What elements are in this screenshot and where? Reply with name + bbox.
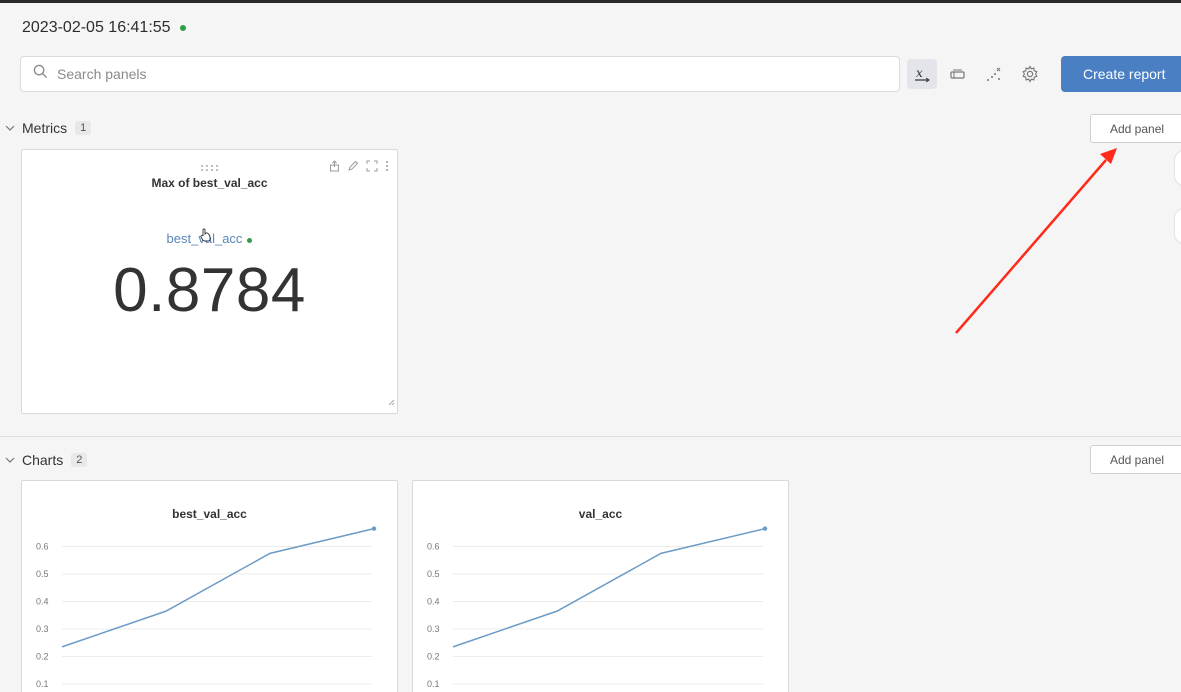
run-header: 2023-02-05 16:41:55: [22, 19, 186, 37]
y-tick-label: 0.2: [427, 652, 440, 662]
chart-panel-val-acc[interactable]: val_acc 0.1 0.2 0.3 0.4 0.5 0.6: [412, 480, 789, 692]
chevron-down-icon[interactable]: [4, 454, 16, 466]
panel-actions: [329, 159, 389, 177]
y-tick-label: 0.4: [36, 597, 49, 607]
add-panel-button-metrics[interactable]: Add panel: [1090, 114, 1181, 143]
resize-handle-icon[interactable]: [388, 393, 395, 411]
search-input[interactable]: [57, 66, 877, 82]
search-icon: [33, 64, 48, 84]
edit-pencil-icon[interactable]: [347, 159, 359, 177]
section-header-charts[interactable]: Charts 2: [4, 452, 88, 468]
run-timestamp: 2023-02-05 16:41:55: [22, 19, 171, 36]
y-tick-label: 0.1: [36, 679, 49, 689]
create-report-button[interactable]: Create report: [1061, 56, 1181, 92]
line-chart-best-val-acc[interactable]: 0.1 0.2 0.3 0.4 0.5 0.6: [22, 481, 399, 692]
section-title-charts: Charts: [22, 452, 64, 468]
section-divider: [0, 436, 1181, 437]
share-icon[interactable]: [329, 159, 340, 177]
metric-panel[interactable]: Max of best_val_acc best_val_acc 0.8784: [21, 149, 398, 414]
y-tick-label: 0.1: [427, 679, 440, 689]
metric-panel-title: Max of best_val_acc: [151, 176, 268, 190]
chevron-down-icon[interactable]: [4, 122, 16, 134]
scatter-icon[interactable]: [979, 59, 1009, 89]
svg-text:x: x: [916, 66, 923, 80]
y-tick-label: 0.4: [427, 597, 440, 607]
eraser-icon[interactable]: [943, 59, 973, 89]
x-axis-icon[interactable]: x: [907, 59, 937, 89]
side-floating-button[interactable]: [1174, 150, 1181, 186]
section-title-metrics: Metrics: [22, 120, 68, 136]
hand-cursor-icon: [199, 228, 213, 247]
metric-status-dot: [247, 237, 253, 243]
search-panels-box[interactable]: [20, 56, 900, 92]
section-count-metrics: 1: [75, 121, 92, 135]
section-header-metrics[interactable]: Metrics 1: [4, 120, 92, 136]
y-tick-label: 0.6: [36, 542, 49, 552]
section-count-charts: 2: [71, 453, 88, 467]
run-status-dot: [179, 25, 186, 31]
gear-icon[interactable]: [1015, 59, 1045, 89]
add-panel-button-charts[interactable]: Add panel: [1090, 445, 1181, 474]
y-tick-label: 0.3: [427, 624, 440, 634]
y-tick-label: 0.6: [427, 542, 440, 552]
metric-value: 0.8784: [113, 256, 306, 325]
y-tick-label: 0.3: [36, 624, 49, 634]
drag-handle-icon[interactable]: [200, 159, 222, 177]
side-floating-button[interactable]: [1174, 208, 1181, 244]
panel-toolbar: x: [907, 59, 1045, 89]
line-chart-val-acc[interactable]: 0.1 0.2 0.3 0.4 0.5 0.6: [413, 481, 790, 692]
data-point: [762, 526, 768, 531]
y-tick-label: 0.2: [36, 652, 49, 662]
chart-panel-best-val-acc[interactable]: best_val_acc 0.1 0.2 0.3 0.4 0.5 0.6: [21, 480, 398, 692]
y-tick-label: 0.5: [427, 569, 440, 579]
fullscreen-icon[interactable]: [366, 159, 378, 177]
data-point: [371, 526, 377, 531]
y-tick-label: 0.5: [36, 569, 49, 579]
top-edge: [0, 0, 1181, 3]
more-vertical-icon[interactable]: [385, 159, 389, 177]
